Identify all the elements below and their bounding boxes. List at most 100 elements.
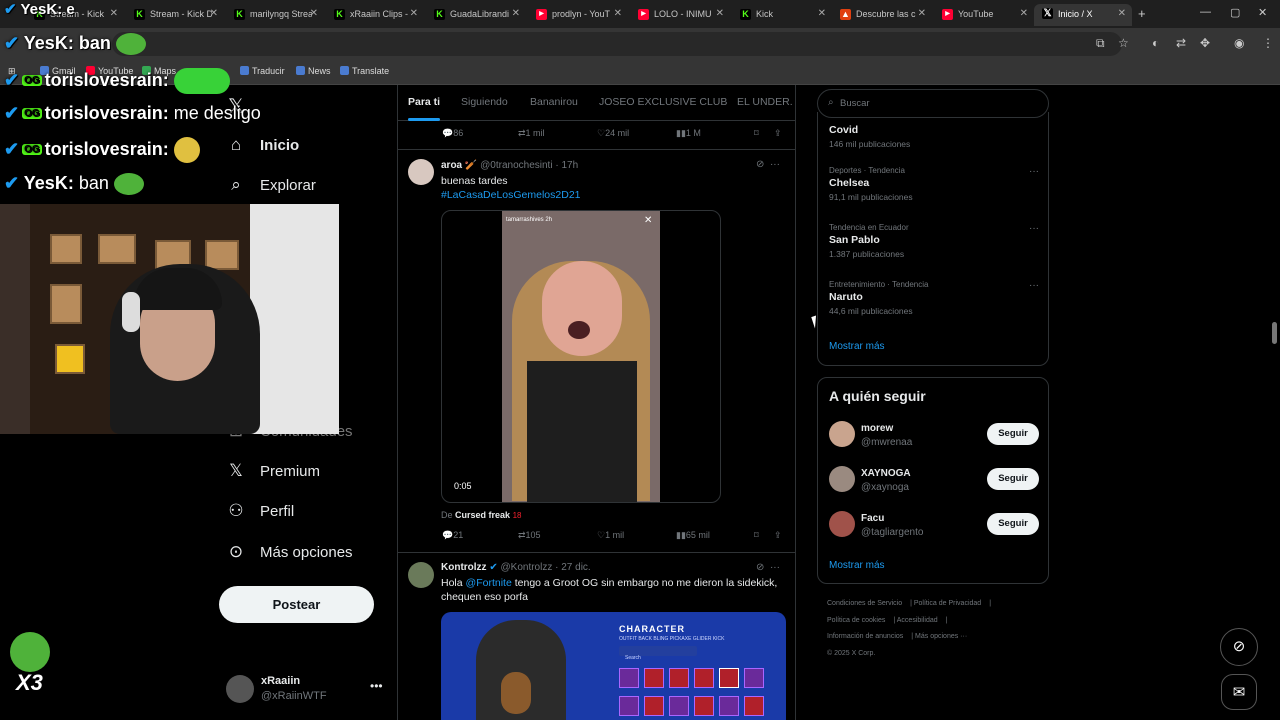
views-button[interactable]: ▮▮ 65 mil <box>676 530 710 541</box>
address-bar[interactable] <box>112 32 1122 56</box>
post-button[interactable]: Postear <box>219 586 374 623</box>
tweet-image[interactable]: CHARACTER OUTFIT BACK BLING PICKAXE GLID… <box>441 612 786 720</box>
trend-item[interactable]: Covid 146 mil publicaciones <box>829 122 1039 149</box>
browser-tab[interactable]: KxRaaiin Clips - ✕ <box>326 4 424 26</box>
more-dots-icon[interactable]: ··· <box>1029 280 1039 291</box>
maximize-button[interactable]: ▢ <box>1230 6 1240 19</box>
close-tab-icon[interactable]: ✕ <box>1118 8 1126 19</box>
like-button[interactable]: ♡ 24 mil <box>597 128 629 139</box>
profile-avatar-icon[interactable]: ◉ <box>1234 36 1244 50</box>
more-dots-icon[interactable]: ··· <box>1029 166 1039 177</box>
bookmark-star-icon[interactable]: ☆ <box>1118 36 1129 50</box>
browser-tab-active[interactable]: 𝕏 Inicio / X ✕ <box>1034 4 1132 26</box>
close-tab-icon[interactable]: ✕ <box>614 8 622 19</box>
account-switcher[interactable]: xRaaiin @xRaiinWTF ••• <box>226 673 386 707</box>
grok-icon[interactable]: ⊘ <box>756 159 764 170</box>
repost-button[interactable]: ⇄ 1 mil <box>518 128 545 139</box>
nav-explore[interactable]: ⌕ Explorar <box>226 170 316 200</box>
browser-tab[interactable]: K Stream - Kick D ✕ <box>126 4 224 26</box>
translate-extension-icon[interactable]: ⇄ <box>1176 36 1186 50</box>
repost-button[interactable]: ⇄ 105 <box>518 530 541 541</box>
browser-tab[interactable]: ▶ YouTube ✕ <box>934 4 1034 26</box>
nav-premium[interactable]: 𝕏 Premium <box>226 456 320 486</box>
follow-button[interactable]: Seguir <box>987 423 1039 445</box>
minimize-button[interactable]: — <box>1200 6 1211 18</box>
footer-link[interactable]: Política de cookies <box>827 617 885 624</box>
browser-tab-bar: K Stream - Kick ✕ K Stream - Kick D ✕ Kmaril… <box>0 0 1280 28</box>
follow-suggestion[interactable]: XAYNOGA @xaynoga Seguir <box>829 466 1041 496</box>
close-tab-icon[interactable]: ✕ <box>918 8 926 19</box>
close-window-button[interactable]: ✕ <box>1258 6 1267 19</box>
grok-icon[interactable]: ⊘ <box>756 562 764 573</box>
new-tab-button[interactable]: + <box>1138 6 1146 21</box>
share-icon[interactable]: ⇪ <box>774 128 782 139</box>
like-button[interactable]: ♡ 1 mil <box>597 530 624 541</box>
views-button[interactable]: ▮▮ 1 M <box>676 128 701 139</box>
tab-siguiendo[interactable]: Siguiendo <box>461 96 508 108</box>
tab-joseo[interactable]: JOSEO EXCLUSIVE CLUB <box>599 96 727 108</box>
reply-button[interactable]: 💬 86 <box>442 128 463 139</box>
bookmark-icon[interactable]: ⌑ <box>754 530 759 541</box>
footer-link[interactable]: Información de anuncios <box>827 633 903 640</box>
messages-button[interactable]: ✉ <box>1221 674 1257 710</box>
close-tab-icon[interactable]: ✕ <box>1020 8 1028 19</box>
share-icon[interactable]: ⇪ <box>774 530 782 541</box>
nav-home[interactable]: ⌂ Inicio <box>226 130 299 160</box>
trends-show-more[interactable]: Mostrar más <box>829 341 885 352</box>
extensions-puzzle-icon[interactable]: ✥ <box>1200 36 1210 50</box>
who-show-more[interactable]: Mostrar más <box>829 560 885 571</box>
bookmark-news[interactable]: News <box>296 66 331 76</box>
footer-link[interactable]: Accesibilidad <box>897 617 938 624</box>
footer-link[interactable]: Condiciones de Servicio <box>827 600 902 607</box>
install-app-icon[interactable]: ⧉ <box>1096 36 1105 51</box>
follow-suggestion[interactable]: morew @mwrenaa Seguir <box>829 421 1041 451</box>
tab-para-ti[interactable]: Para ti <box>408 96 440 108</box>
browser-tab[interactable]: ▶ LOLO - INIMU ✕ <box>630 4 730 26</box>
browser-menu-icon[interactable]: ⋮ <box>1262 36 1274 50</box>
close-tab-icon[interactable]: ✕ <box>818 8 826 19</box>
close-tab-icon[interactable]: ✕ <box>110 8 118 19</box>
follow-button[interactable]: Seguir <box>987 468 1039 490</box>
trend-item[interactable]: Tendencia en Ecuador San Pablo 1.387 pub… <box>829 223 1039 259</box>
bookmark-translate[interactable]: Translate <box>340 66 389 76</box>
page-scrollbar[interactable] <box>1272 322 1277 344</box>
trend-item[interactable]: Deportes · Tendencia Chelsea 91,1 mil pu… <box>829 166 1039 202</box>
bookmark-traducir[interactable]: Traducir <box>240 66 285 76</box>
avatar[interactable] <box>408 159 434 185</box>
close-tab-icon[interactable]: ✕ <box>310 8 318 19</box>
mention-link[interactable]: @Fortnite <box>466 577 512 589</box>
follow-button[interactable]: Seguir <box>987 513 1039 535</box>
browser-tab[interactable]: Kmarilyngq Strea ✕ <box>226 4 324 26</box>
footer-link[interactable]: Política de Privacidad <box>914 600 981 607</box>
follow-suggestion[interactable]: Facu @tagliargento Seguir <box>829 511 1041 541</box>
close-tab-icon[interactable]: ✕ <box>210 8 218 19</box>
tab-el-under[interactable]: EL UNDER. <box>737 96 793 108</box>
search-placeholder: Buscar <box>840 98 870 109</box>
close-tab-icon[interactable]: ✕ <box>512 8 520 19</box>
close-tab-icon[interactable]: ✕ <box>410 8 418 19</box>
browser-tab[interactable]: K Kick ✕ <box>732 4 832 26</box>
more-dots-icon[interactable]: ··· <box>770 562 780 573</box>
footer-link[interactable]: Más opciones ··· <box>915 633 967 640</box>
trend-item[interactable]: Entretenimiento · Tendencia Naruto 44,6 … <box>829 280 1039 316</box>
close-tab-icon[interactable]: ✕ <box>716 8 724 19</box>
hashtag-link[interactable]: #LaCasaDeLosGemelos2D21 <box>441 188 786 202</box>
image-tabs: OUTFIT BACK BLING PICKAXE GLIDER KICK <box>619 636 725 642</box>
nav-more-options[interactable]: ⊙ Más opciones <box>226 537 353 567</box>
browser-tab[interactable]: ▶ prodlyn - YouT ✕ <box>528 4 628 26</box>
nav-profile[interactable]: ⚇ Perfil <box>226 496 294 526</box>
webcam-wall <box>250 204 339 434</box>
divider <box>398 552 795 553</box>
more-dots-icon[interactable]: ··· <box>770 159 780 170</box>
more-dots-icon[interactable]: ••• <box>370 679 383 693</box>
bookmark-icon[interactable]: ⌑ <box>754 128 759 139</box>
tab-bananirou[interactable]: Bananirou <box>530 96 578 108</box>
reply-button[interactable]: 💬 21 <box>442 530 463 541</box>
tweet-video[interactable]: tamarrashives 2h ✕ 0:05 <box>441 210 721 503</box>
extension-icon[interactable]: ◐ <box>1152 36 1159 50</box>
browser-tab[interactable]: ▲ Descubre las c ✕ <box>832 4 932 26</box>
more-dots-icon[interactable]: ··· <box>1029 223 1039 234</box>
avatar[interactable] <box>408 562 434 588</box>
browser-tab[interactable]: K GuadaLibrandi ✕ <box>426 4 526 26</box>
grok-button[interactable]: ⊘ <box>1220 628 1258 666</box>
